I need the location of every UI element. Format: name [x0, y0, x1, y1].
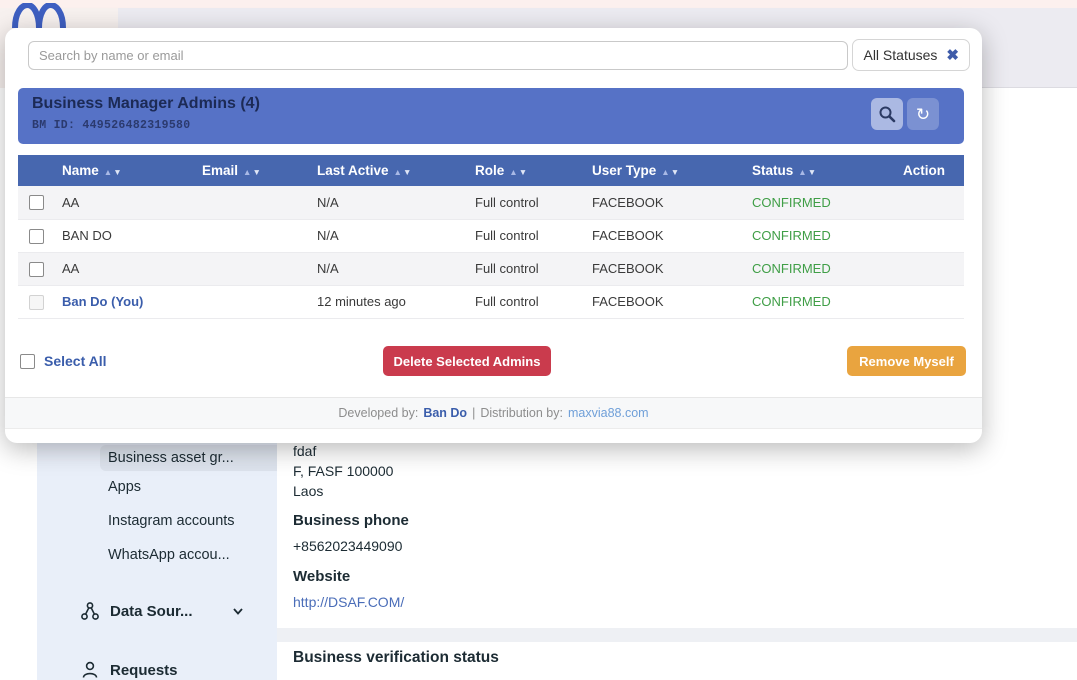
data-sources-icon	[80, 601, 100, 621]
cell-email	[194, 285, 309, 318]
column-header-email[interactable]: Email▲▼	[194, 155, 309, 186]
status-badge: CONFIRMED	[744, 252, 884, 285]
admins-table: Name▲▼ Email▲▼ Last Active▲▼ Role▲▼ User…	[18, 155, 964, 319]
status-badge: CONFIRMED	[744, 219, 884, 252]
table-row: AA N/A Full control FACEBOOK CONFIRMED	[18, 252, 964, 285]
sort-icons[interactable]: ▲▼	[661, 167, 680, 177]
refresh-icon: ↻	[916, 106, 930, 123]
cell-user-type: FACEBOOK	[584, 285, 744, 318]
modal-footer: Developed by: Ban Do | Distribution by: …	[5, 397, 982, 429]
cell-name: AA	[54, 252, 194, 285]
column-header-role[interactable]: Role▲▼	[467, 155, 584, 186]
cell-user-type: FACEBOOK	[584, 186, 744, 219]
sort-icons[interactable]: ▲▼	[509, 167, 528, 177]
cell-role: Full control	[467, 219, 584, 252]
cell-email	[194, 186, 309, 219]
sidebar-item-apps[interactable]: Apps	[108, 479, 141, 495]
meta-logo-icon	[12, 3, 66, 28]
developer-name[interactable]: Ban Do	[423, 406, 467, 420]
cell-name: BAN DO	[54, 219, 194, 252]
website-label: Website	[293, 568, 350, 585]
distribution-by-label: Distribution by:	[480, 406, 563, 420]
cell-action	[884, 186, 964, 219]
cell-role: Full control	[467, 186, 584, 219]
chevron-down-icon	[231, 604, 245, 618]
sort-icons[interactable]: ▲▼	[104, 167, 123, 177]
website-link[interactable]: http://DSAF.COM/	[293, 594, 404, 610]
business-phone-value: +8562023449090	[293, 538, 402, 554]
section-divider	[277, 628, 1077, 642]
cell-last-active: N/A	[309, 219, 467, 252]
cell-action	[884, 285, 964, 318]
panel-header: Business Manager Admins (4) BM ID: 44952…	[18, 88, 964, 144]
clear-filter-icon[interactable]: ✖	[946, 46, 959, 64]
table-header-row: Name▲▼ Email▲▼ Last Active▲▼ Role▲▼ User…	[18, 155, 964, 186]
table-row-you: Ban Do (You) 12 minutes ago Full control…	[18, 285, 964, 318]
column-header-user-type[interactable]: User Type▲▼	[584, 155, 744, 186]
status-badge: CONFIRMED	[744, 186, 884, 219]
column-header-action: Action	[884, 155, 964, 186]
sidebar-item-instagram-accounts[interactable]: Instagram accounts	[108, 513, 235, 529]
remove-myself-button[interactable]: Remove Myself	[847, 346, 966, 376]
cell-user-type: FACEBOOK	[584, 219, 744, 252]
search-icon	[878, 105, 896, 123]
cell-last-active: 12 minutes ago	[309, 285, 467, 318]
distributor-link[interactable]: maxvia88.com	[568, 406, 649, 420]
row-checkbox[interactable]	[29, 229, 44, 244]
cell-last-active: N/A	[309, 186, 467, 219]
select-all-checkbox[interactable]	[20, 354, 35, 369]
row-checkbox-disabled	[29, 295, 44, 310]
cell-name: AA	[54, 186, 194, 219]
status-filter-label: All Statuses	[863, 47, 937, 63]
column-header-status[interactable]: Status▲▼	[744, 155, 884, 186]
column-header-name[interactable]: Name▲▼	[54, 155, 194, 186]
bm-admins-modal: All Statuses ✖ Business Manager Admins (…	[5, 28, 982, 443]
search-button[interactable]	[871, 98, 903, 130]
row-checkbox[interactable]	[29, 195, 44, 210]
search-input[interactable]	[28, 41, 848, 70]
sort-icons[interactable]: ▲▼	[243, 167, 262, 177]
panel-title: Business Manager Admins (4)	[32, 95, 260, 113]
cell-user-type: FACEBOOK	[584, 252, 744, 285]
footer-separator: |	[472, 406, 475, 420]
business-phone-label: Business phone	[293, 512, 409, 529]
sidebar-section-label: Data Sour...	[110, 603, 193, 620]
sort-icons[interactable]: ▲▼	[798, 167, 817, 177]
row-checkbox[interactable]	[29, 262, 44, 277]
status-badge: CONFIRMED	[744, 285, 884, 318]
sidebar-section-label: Requests	[110, 662, 178, 679]
requests-person-icon	[80, 660, 100, 680]
page-top-strip	[0, 0, 1077, 8]
developed-by-label: Developed by:	[338, 406, 418, 420]
header-checkbox-column	[18, 155, 54, 186]
delete-selected-admins-button[interactable]: Delete Selected Admins	[383, 346, 551, 376]
refresh-button[interactable]: ↻	[907, 98, 939, 130]
table-row: BAN DO N/A Full control FACEBOOK CONFIRM…	[18, 219, 964, 252]
cell-role: Full control	[467, 252, 584, 285]
sidebar-section-data-sources[interactable]: Data Sour...	[80, 601, 245, 621]
status-filter-dropdown[interactable]: All Statuses ✖	[852, 39, 970, 71]
sort-icons[interactable]: ▲▼	[394, 167, 413, 177]
sidebar-item-business-asset-groups[interactable]: Business asset gr...	[100, 445, 277, 471]
business-address: fdaf F, FASF 100000 Laos	[293, 441, 393, 501]
cell-action	[884, 219, 964, 252]
sidebar-item-whatsapp-accounts[interactable]: WhatsApp accou...	[108, 547, 230, 563]
cell-action	[884, 252, 964, 285]
column-header-last-active[interactable]: Last Active▲▼	[309, 155, 467, 186]
verification-status-title: Business verification status	[293, 649, 499, 667]
sidebar-section-requests[interactable]: Requests	[80, 660, 178, 680]
cell-role: Full control	[467, 285, 584, 318]
table-row: AA N/A Full control FACEBOOK CONFIRMED	[18, 186, 964, 219]
cell-last-active: N/A	[309, 252, 467, 285]
cell-email	[194, 219, 309, 252]
cell-name: Ban Do (You)	[54, 285, 194, 318]
bm-id: BM ID: 449526482319580	[32, 119, 190, 132]
cell-email	[194, 252, 309, 285]
select-all[interactable]: Select All	[20, 353, 107, 369]
select-all-label: Select All	[44, 353, 107, 369]
